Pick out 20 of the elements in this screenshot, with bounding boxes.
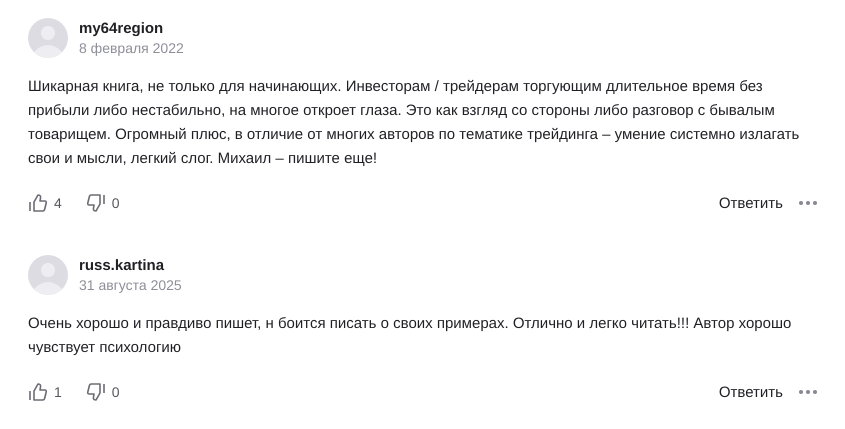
comment-text: Шикарная книга, не только для начинающих. Инвесторам / трейдерам торгующим длительное время без прибыли либо нестабильно, на многое откроет глаза. Это как взгляд со стороны либо разговор с бывалым товарищем. Огромный плюс, в отличие от многих авторов по тематике трейдинга – умение системно излагать свои и мысли, легкий слог. Михаил – пишите еще! <box>28 77 800 169</box>
like-count: 4 <box>54 195 62 211</box>
more-icon[interactable] <box>798 389 818 395</box>
avatar-icon <box>28 255 68 295</box>
thumbs-up-icon[interactable] <box>28 193 48 213</box>
thumbs-down-icon[interactable] <box>86 193 106 213</box>
like-count: 1 <box>54 384 62 400</box>
dislike-count: 0 <box>112 195 120 211</box>
thumbs-down-icon[interactable] <box>86 382 106 402</box>
comment-date: 8 февраля 2022 <box>79 40 184 56</box>
author-name[interactable]: russ.kartina <box>79 257 182 274</box>
thumbs-up-icon[interactable] <box>28 382 48 402</box>
reply-button[interactable]: Ответить <box>718 194 783 212</box>
author-name[interactable]: my64region <box>79 20 184 37</box>
avatar-icon <box>28 18 68 58</box>
reply-button[interactable]: Ответить <box>718 384 783 400</box>
more-icon[interactable] <box>798 200 818 206</box>
comment-date: 31 августа 2025 <box>79 277 182 293</box>
dislike-count: 0 <box>112 384 120 400</box>
comment-text: Очень хорошо и правдиво пишет, н боится писать о своих примерах. Отлично и легко читать!!! Автор хорошо чувствует психологию <box>28 314 792 358</box>
